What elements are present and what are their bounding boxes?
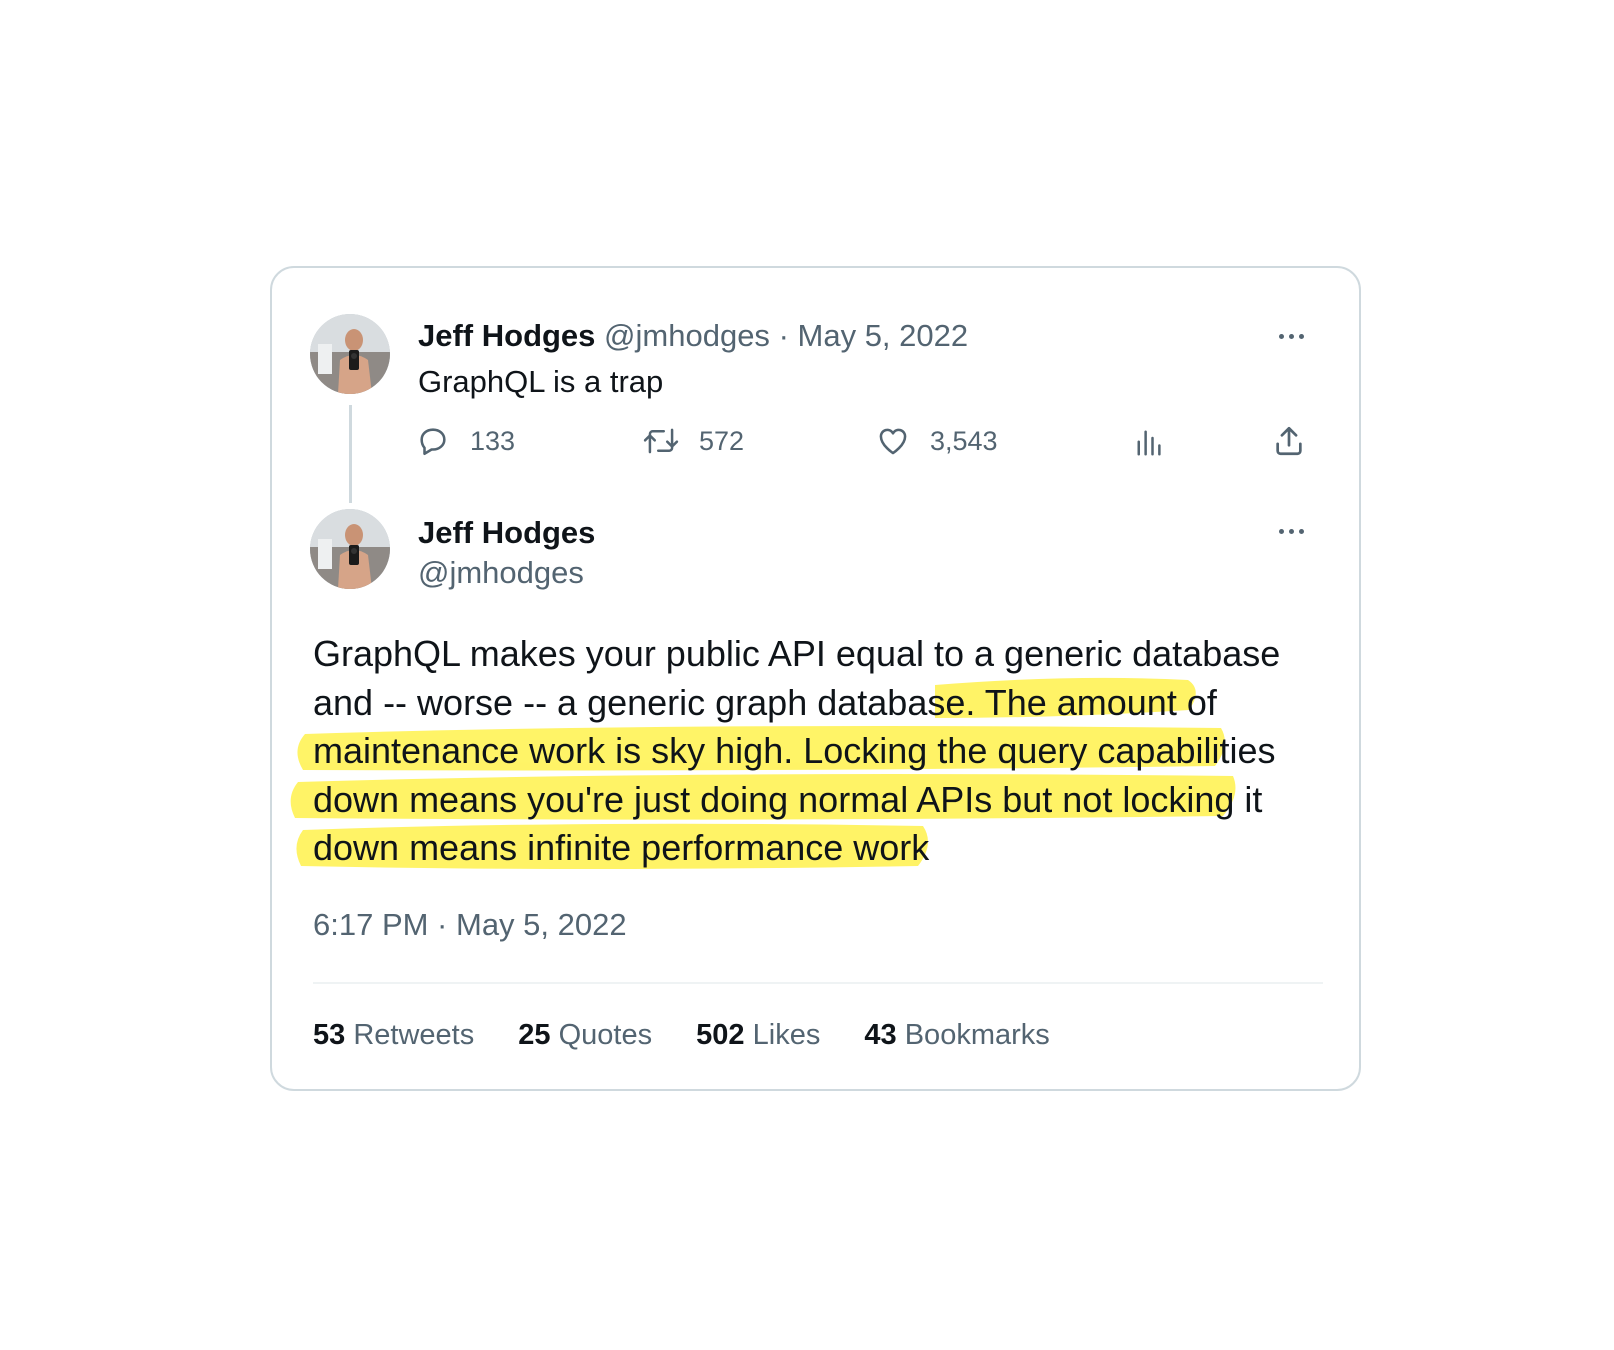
tweet-timestamp[interactable]: 6:17 PM · May 5, 2022 <box>313 905 627 945</box>
views-icon <box>1137 430 1161 456</box>
parent-tweet-header: Jeff Hodges @jmhodges · May 5, 2022 <box>418 316 968 356</box>
reply-count: 133 <box>470 425 516 456</box>
more-icon[interactable] <box>1271 324 1311 348</box>
retweets-label: Retweets <box>353 1019 475 1051</box>
likes-label: Likes <box>752 1019 821 1051</box>
tweet-date[interactable]: May 5, 2022 <box>798 318 969 353</box>
quotes-count: 25 <box>518 1019 551 1051</box>
like-button[interactable]: 3,543 <box>876 424 998 458</box>
avatar[interactable] <box>310 509 390 589</box>
tweet-text-line: down means you're just doing normal APIs… <box>313 778 1263 820</box>
views-button[interactable] <box>1135 428 1165 458</box>
likes-count: 502 <box>696 1019 745 1051</box>
retweet-icon <box>643 428 679 454</box>
tweet-text-line: down means infinite performance work <box>313 827 930 868</box>
avatar[interactable] <box>310 314 390 394</box>
share-button[interactable] <box>1272 424 1306 458</box>
thread-line <box>349 405 352 503</box>
quotes-stat[interactable]: 25 Quotes <box>518 1019 652 1051</box>
bookmarks-label: Bookmarks <box>904 1019 1050 1051</box>
like-count: 3,543 <box>930 425 998 456</box>
retweets-stat[interactable]: 53 Retweets <box>313 1019 474 1051</box>
retweets-count: 53 <box>313 1019 346 1051</box>
like-icon <box>879 428 907 455</box>
tweet-text-line: and -- worse -- a generic graph database… <box>313 681 1217 723</box>
quotes-label: Quotes <box>558 1019 653 1051</box>
main-tweet-text: GraphQL makes your public API equal to a… <box>290 630 1303 873</box>
author-handle[interactable]: @jmhodges <box>418 553 584 593</box>
retweet-count: 572 <box>699 425 745 456</box>
share-icon <box>1276 426 1302 456</box>
divider <box>313 982 1323 984</box>
author-name[interactable]: Jeff Hodges <box>418 318 595 353</box>
likes-stat[interactable]: 502 Likes <box>696 1019 820 1051</box>
reply-button[interactable]: 133 <box>416 424 515 458</box>
separator: · <box>778 318 789 353</box>
parent-tweet-text: GraphQL is a trap <box>418 364 664 399</box>
tweet-text-line: maintenance work is sky high. Locking th… <box>313 730 1276 771</box>
tweet-text-line: GraphQL makes your public API equal to a… <box>313 633 1281 674</box>
author-handle[interactable]: @jmhodges <box>604 318 770 353</box>
tweet-stats: 53 Retweets 25 Quotes 502 Likes 43 Bookm… <box>313 1015 1086 1055</box>
bookmarks-stat[interactable]: 43 Bookmarks <box>864 1019 1049 1051</box>
bookmarks-count: 43 <box>864 1019 897 1051</box>
author-name[interactable]: Jeff Hodges <box>418 513 595 553</box>
more-icon[interactable] <box>1271 519 1311 543</box>
retweet-button[interactable]: 572 <box>643 424 744 458</box>
reply-icon <box>420 428 446 456</box>
